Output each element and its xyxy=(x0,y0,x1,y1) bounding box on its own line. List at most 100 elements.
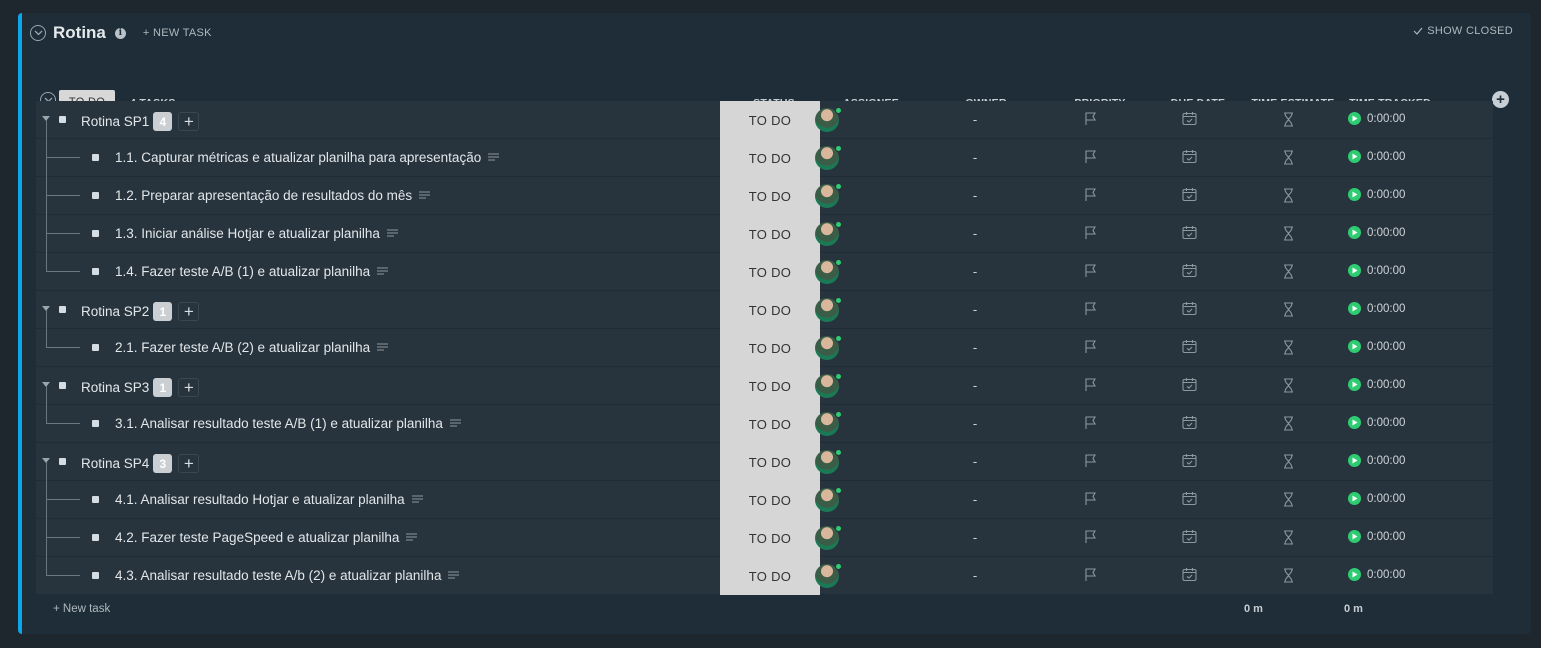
play-timer-icon[interactable] xyxy=(1348,150,1361,163)
avatar[interactable] xyxy=(815,525,842,550)
task-name-text[interactable]: 1.2. Preparar apresentação de resultados… xyxy=(115,188,412,203)
task-name-text[interactable]: Rotina SP1 xyxy=(81,114,149,129)
owner-cell[interactable]: - xyxy=(970,302,980,317)
due-date-calendar-icon[interactable] xyxy=(1182,263,1197,283)
owner-cell[interactable]: - xyxy=(970,454,980,469)
time-estimate-hourglass-icon[interactable] xyxy=(1283,454,1294,474)
task-name-text[interactable]: Rotina SP3 xyxy=(81,380,149,395)
task-name-text[interactable]: 3.1. Analisar resultado teste A/B (1) e … xyxy=(115,416,443,431)
avatar[interactable] xyxy=(815,373,842,398)
play-timer-icon[interactable] xyxy=(1348,226,1361,239)
parent-task-row[interactable]: Rotina SP4 3 + TO DO - 0:00:00 xyxy=(36,443,1493,481)
avatar[interactable] xyxy=(815,449,842,474)
show-closed-toggle[interactable]: SHOW CLOSED xyxy=(1413,25,1513,37)
task-status-square-icon[interactable] xyxy=(92,344,99,351)
status-cell[interactable]: TO DO xyxy=(720,139,820,177)
time-tracked-cell[interactable]: 0:00:00 xyxy=(1348,530,1405,543)
owner-cell[interactable]: - xyxy=(970,568,980,583)
due-date-calendar-icon[interactable] xyxy=(1182,567,1197,587)
subtask-count-badge[interactable]: 3 xyxy=(153,454,173,473)
due-date-calendar-icon[interactable] xyxy=(1182,301,1197,321)
play-timer-icon[interactable] xyxy=(1348,568,1361,581)
subtask-name[interactable]: 1.4. Fazer teste A/B (1) e atualizar pla… xyxy=(115,264,389,279)
priority-flag-icon[interactable] xyxy=(1084,416,1097,435)
time-estimate-hourglass-icon[interactable] xyxy=(1283,264,1294,284)
subtask-row[interactable]: 4.1. Analisar resultado Hotjar e atualiz… xyxy=(36,462,1493,519)
play-timer-icon[interactable] xyxy=(1348,112,1361,125)
subtask-row[interactable]: 2.1. Fazer teste A/B (2) e atualizar pla… xyxy=(36,310,1493,367)
due-date-calendar-icon[interactable] xyxy=(1182,187,1197,207)
task-name-text[interactable]: 4.3. Analisar resultado teste A/b (2) e … xyxy=(115,568,441,583)
owner-cell[interactable]: - xyxy=(970,264,980,279)
avatar[interactable] xyxy=(815,335,842,360)
time-estimate-hourglass-icon[interactable] xyxy=(1283,302,1294,322)
task-name-text[interactable]: 1.3. Iniciar análise Hotjar e atualizar … xyxy=(115,226,380,241)
owner-cell[interactable]: - xyxy=(970,112,980,127)
add-subtask-button[interactable]: + xyxy=(178,302,200,321)
priority-flag-icon[interactable] xyxy=(1084,340,1097,359)
subtask-name[interactable]: 3.1. Analisar resultado teste A/B (1) e … xyxy=(115,416,461,431)
priority-flag-icon[interactable] xyxy=(1084,378,1097,397)
time-tracked-cell[interactable]: 0:00:00 xyxy=(1348,264,1405,277)
task-status-square-icon[interactable] xyxy=(59,382,66,389)
time-estimate-hourglass-icon[interactable] xyxy=(1283,530,1294,550)
time-estimate-hourglass-icon[interactable] xyxy=(1283,416,1294,436)
add-subtask-button[interactable]: + xyxy=(178,378,200,397)
subtask-row[interactable]: 1.4. Fazer teste A/B (1) e atualizar pla… xyxy=(36,234,1493,291)
time-estimate-hourglass-icon[interactable] xyxy=(1283,492,1294,512)
time-tracked-cell[interactable]: 0:00:00 xyxy=(1348,492,1405,505)
due-date-calendar-icon[interactable] xyxy=(1182,415,1197,435)
add-column-icon[interactable]: + xyxy=(1492,91,1509,108)
time-tracked-cell[interactable]: 0:00:00 xyxy=(1348,416,1405,429)
task-status-square-icon[interactable] xyxy=(92,534,99,541)
due-date-calendar-icon[interactable] xyxy=(1182,339,1197,359)
avatar[interactable] xyxy=(815,411,842,436)
play-timer-icon[interactable] xyxy=(1348,492,1361,505)
collapse-list-icon[interactable] xyxy=(30,25,46,41)
subtask-row[interactable]: 1.2. Preparar apresentação de resultados… xyxy=(36,158,1493,215)
task-status-square-icon[interactable] xyxy=(59,116,66,123)
task-status-square-icon[interactable] xyxy=(59,306,66,313)
subtask-name[interactable]: 4.2. Fazer teste PageSpeed e atualizar p… xyxy=(115,530,418,545)
status-cell[interactable]: TO DO xyxy=(720,367,820,405)
task-name-text[interactable]: 4.2. Fazer teste PageSpeed e atualizar p… xyxy=(115,530,399,545)
due-date-calendar-icon[interactable] xyxy=(1182,453,1197,473)
subtask-row[interactable]: 4.2. Fazer teste PageSpeed e atualizar p… xyxy=(36,500,1493,557)
status-cell[interactable]: TO DO xyxy=(720,443,820,481)
avatar[interactable] xyxy=(815,259,842,284)
add-subtask-button[interactable]: + xyxy=(178,454,200,473)
time-tracked-cell[interactable]: 0:00:00 xyxy=(1348,378,1405,391)
priority-flag-icon[interactable] xyxy=(1084,226,1097,245)
subtask-count-badge[interactable]: 4 xyxy=(153,112,173,131)
time-tracked-cell[interactable]: 0:00:00 xyxy=(1348,150,1405,163)
owner-cell[interactable]: - xyxy=(970,188,980,203)
owner-cell[interactable]: - xyxy=(970,378,980,393)
play-timer-icon[interactable] xyxy=(1348,378,1361,391)
status-cell[interactable]: TO DO xyxy=(720,215,820,253)
parent-task-row[interactable]: Rotina SP1 4 + TO DO - 0:00:00 xyxy=(36,101,1493,139)
play-timer-icon[interactable] xyxy=(1348,454,1361,467)
subtask-row[interactable]: 1.1. Capturar métricas e atualizar plani… xyxy=(36,120,1493,177)
due-date-calendar-icon[interactable] xyxy=(1182,149,1197,169)
task-name-text[interactable]: 2.1. Fazer teste A/B (2) e atualizar pla… xyxy=(115,340,370,355)
time-tracked-cell[interactable]: 0:00:00 xyxy=(1348,340,1405,353)
time-estimate-hourglass-icon[interactable] xyxy=(1283,378,1294,398)
subtask-count-badge[interactable]: 1 xyxy=(153,378,173,397)
priority-flag-icon[interactable] xyxy=(1084,492,1097,511)
play-timer-icon[interactable] xyxy=(1348,264,1361,277)
parent-task-row[interactable]: Rotina SP2 1 + TO DO - 0:00:00 xyxy=(36,291,1493,329)
time-tracked-cell[interactable]: 0:00:00 xyxy=(1348,302,1405,315)
avatar[interactable] xyxy=(815,487,842,512)
task-status-square-icon[interactable] xyxy=(59,458,66,465)
due-date-calendar-icon[interactable] xyxy=(1182,225,1197,245)
task-status-square-icon[interactable] xyxy=(92,268,99,275)
time-estimate-hourglass-icon[interactable] xyxy=(1283,340,1294,360)
priority-flag-icon[interactable] xyxy=(1084,112,1097,131)
subtask-name[interactable]: 2.1. Fazer teste A/B (2) e atualizar pla… xyxy=(115,340,389,355)
task-name[interactable]: Rotina SP3 1 + xyxy=(81,378,200,397)
play-timer-icon[interactable] xyxy=(1348,530,1361,543)
priority-flag-icon[interactable] xyxy=(1084,530,1097,549)
owner-cell[interactable]: - xyxy=(970,530,980,545)
priority-flag-icon[interactable] xyxy=(1084,264,1097,283)
time-tracked-cell[interactable]: 0:00:00 xyxy=(1348,454,1405,467)
